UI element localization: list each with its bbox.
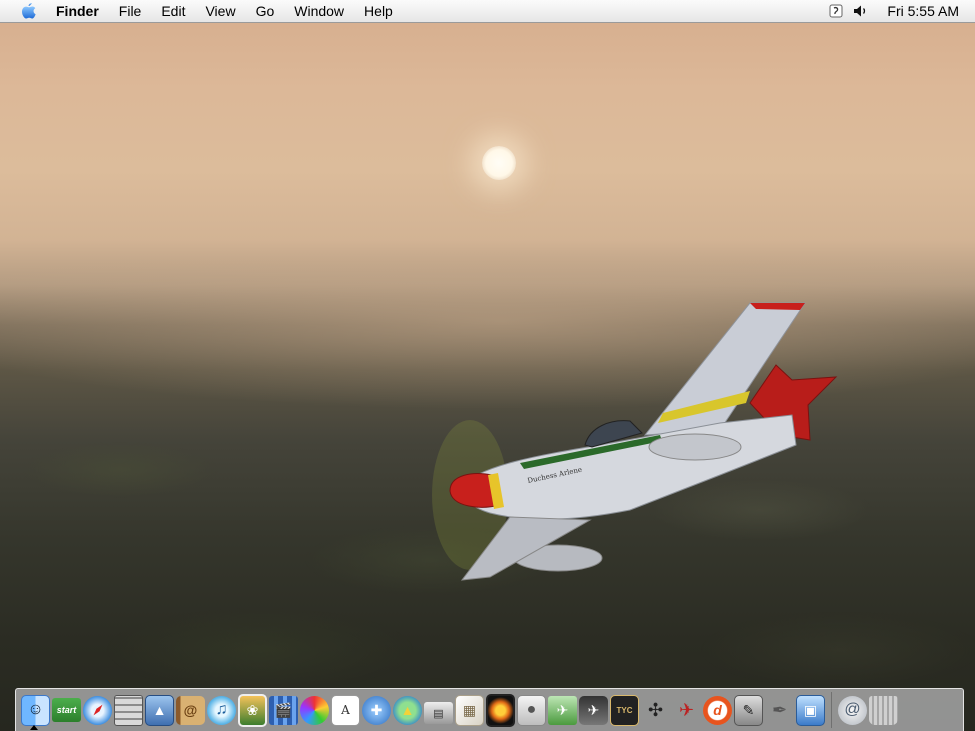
dock-image-capture[interactable]: ▣ xyxy=(796,694,825,727)
start-app-icon: start xyxy=(52,698,81,722)
dreamweaver-icon: d xyxy=(703,695,732,725)
trash-icon xyxy=(869,695,898,725)
menu-extras: Fri 5:55 AM xyxy=(829,0,975,22)
dock-helicopter[interactable]: ✣ xyxy=(641,694,670,727)
dock-apple-app[interactable]: ● xyxy=(517,694,546,727)
menu-finder[interactable]: Finder xyxy=(52,0,109,22)
menu-clock[interactable]: Fri 5:55 AM xyxy=(879,0,959,22)
dock-safari[interactable] xyxy=(83,694,112,727)
tycoon-icon: TYC xyxy=(610,694,639,726)
dock-itunes[interactable]: ♫ xyxy=(207,694,236,727)
propeller-plane-icon: ✈ xyxy=(678,699,695,720)
menu-go[interactable]: Go xyxy=(246,0,285,22)
image-capture-icon: ▣ xyxy=(796,694,825,726)
dock-tycoon[interactable]: TYC xyxy=(610,694,639,727)
dock-mail[interactable]: @ xyxy=(838,694,867,727)
colorsync-icon xyxy=(300,695,329,725)
menu-window[interactable]: Window xyxy=(284,0,354,22)
dock-stickies[interactable]: ✒ xyxy=(765,694,794,727)
dock-finder[interactable]: ☺ xyxy=(21,694,50,727)
stickies-icon: ✒ xyxy=(771,699,788,720)
mail-icon: @ xyxy=(838,695,867,725)
helicopter-icon: ✣ xyxy=(647,699,664,720)
apple-menu-icon[interactable] xyxy=(18,0,40,22)
menu-help[interactable]: Help xyxy=(354,0,403,22)
iphoto-icon: ❀ xyxy=(238,693,267,727)
menu-view[interactable]: View xyxy=(195,0,245,22)
dock-imovie[interactable]: 🎬 xyxy=(269,694,298,727)
photo-app-icon xyxy=(486,693,515,727)
dock-script-editor[interactable]: ✎ xyxy=(734,694,763,727)
finder-icon: ☺ xyxy=(21,694,50,726)
dock-preview[interactable]: ▲ xyxy=(145,694,174,727)
network-utility-icon: ✚ xyxy=(362,695,391,725)
dock: ☺ start ▲ @ ♫ ❀ 🎬 A ✚ ▲ ▤ ▦ ● ✈ ✈ TYC ✣ … xyxy=(15,688,964,731)
dock-address-book[interactable]: @ xyxy=(176,694,205,727)
p51-mustang-aircraft: Duchess Arlene xyxy=(432,302,838,581)
menu-bar: Finder File Edit View Go Window Help Fri… xyxy=(0,0,975,23)
script-editor-icon: ✎ xyxy=(734,694,763,726)
script-menu-icon[interactable] xyxy=(829,4,843,18)
dock-jet-aircraft[interactable]: ✈ xyxy=(579,694,608,727)
desktop-wallpaper: Duchess Arlene xyxy=(0,0,975,731)
itunes-icon: ♫ xyxy=(207,695,236,725)
volume-icon[interactable] xyxy=(853,4,869,18)
address-book-icon: @ xyxy=(176,695,205,725)
internet-connect-icon: ▲ xyxy=(393,695,422,725)
textedit-icon: A xyxy=(331,694,360,726)
menu-edit[interactable]: Edit xyxy=(151,0,195,22)
dock-internet-connect[interactable]: ▲ xyxy=(393,694,422,727)
preview-icon: ▲ xyxy=(145,694,174,726)
finder-running-indicator xyxy=(30,725,38,730)
drop-tank-upper xyxy=(648,433,742,461)
apple-logo-icon: ● xyxy=(517,694,546,726)
dock-printer[interactable]: ▤ xyxy=(424,694,453,727)
printer-icon: ▤ xyxy=(424,702,453,724)
dock-dreamweaver[interactable]: d xyxy=(703,694,732,727)
start-badge-label: start xyxy=(56,705,77,715)
upper-wingtip xyxy=(750,303,805,310)
dock-separator xyxy=(831,692,832,728)
dock-iphoto[interactable]: ❀ xyxy=(238,693,267,727)
x-plane-icon: ✈ xyxy=(548,695,577,725)
imovie-icon: 🎬 xyxy=(269,695,298,725)
dock-x-plane[interactable]: ✈ xyxy=(548,694,577,727)
jet-aircraft-icon: ✈ xyxy=(579,695,608,725)
dock-trash[interactable] xyxy=(869,694,898,727)
dock-propeller-plane[interactable]: ✈ xyxy=(672,694,701,727)
dock-package[interactable]: ▦ xyxy=(455,694,484,727)
dock-calculator[interactable] xyxy=(114,694,143,727)
dock-photo-app[interactable] xyxy=(486,693,515,727)
dock-textedit[interactable]: A xyxy=(331,694,360,727)
menu-file[interactable]: File xyxy=(109,0,152,22)
dock-network-utility[interactable]: ✚ xyxy=(362,694,391,727)
calculator-icon xyxy=(114,694,143,726)
package-icon: ▦ xyxy=(455,694,484,726)
dock-start-app[interactable]: start xyxy=(52,694,81,727)
safari-icon xyxy=(83,695,112,725)
dock-colorsync[interactable] xyxy=(300,694,329,727)
sun xyxy=(482,146,516,180)
